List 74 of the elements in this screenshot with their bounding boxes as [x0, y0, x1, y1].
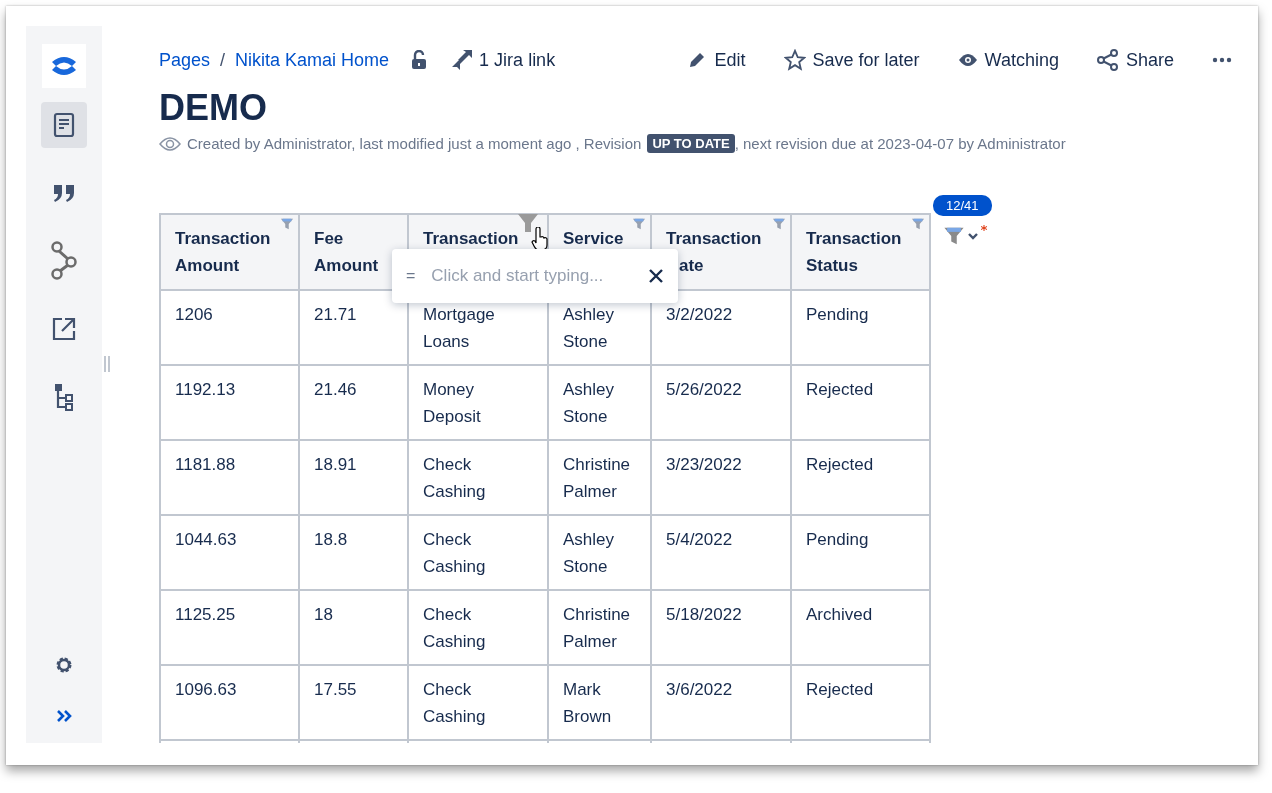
table-cell: 1125.25 [160, 590, 299, 665]
table-cell: 3/6/2022 [651, 665, 791, 740]
column-header[interactable]: Transaction Amount [160, 214, 299, 290]
table-cell: 1044.63 [160, 515, 299, 590]
double-chevron-icon[interactable] [56, 709, 72, 723]
sidebar-button[interactable] [41, 102, 87, 148]
table-cell: 1181.88 [160, 440, 299, 515]
table-cell: Pending [791, 515, 930, 590]
breadcrumb-link[interactable]: Pages [159, 49, 211, 71]
table-cell: Rejected [791, 365, 930, 440]
table-cell: Ashley Stone [548, 515, 651, 590]
resize-handle-icon[interactable] [104, 356, 110, 372]
app-logo[interactable] [42, 44, 86, 88]
filter-count-badge: 12/41 [933, 195, 992, 216]
table-cell: Rejected [791, 440, 930, 515]
eye-icon [957, 53, 978, 67]
filter-menu-button[interactable] [943, 225, 987, 247]
table-cell: Archived [791, 590, 930, 665]
table-cell: Check Cashing [408, 590, 548, 665]
table-cell: Check Cashing [408, 515, 548, 590]
table-cell: Pending [791, 290, 930, 365]
table-cell: Mark Brown [548, 665, 651, 740]
eye-icon [159, 136, 181, 151]
action-button[interactable]: Share [1096, 49, 1174, 71]
action-button[interactable]: Save for later [783, 49, 920, 71]
table-cell: 5/18/2022 [651, 590, 791, 665]
table-cell: Check Cashing [408, 665, 548, 740]
table-cell: Rejected [791, 665, 930, 740]
breadcrumb-separator: / [220, 49, 226, 71]
status-lozenge: UP TO DATE [647, 134, 735, 153]
logo-icon [51, 54, 77, 78]
page-title: DEMO [159, 86, 268, 130]
column-header[interactable]: Transaction Status [791, 214, 930, 290]
close-icon[interactable] [648, 268, 664, 284]
table-cell: Check Cashing [408, 440, 548, 515]
filter-popup[interactable]: = Click and start typing... [392, 249, 678, 303]
unlocked-padlock-icon[interactable] [411, 50, 428, 70]
table-cell: 21.46 [299, 365, 408, 440]
nodes-icon [50, 241, 78, 281]
action-button[interactable]: Edit [687, 49, 746, 71]
filter-icon[interactable] [517, 212, 539, 234]
table-cell: Christine Palmer [548, 590, 651, 665]
filter-icon[interactable] [943, 225, 965, 247]
action-button[interactable]: Watching [957, 49, 1059, 71]
table-cell: 1192.13 [160, 365, 299, 440]
star-icon [783, 49, 806, 71]
chevron-down-icon [967, 232, 979, 240]
table-cell: Money Deposit [408, 365, 548, 440]
settings-icon[interactable] [54, 655, 74, 675]
asterisk-icon [981, 225, 987, 231]
more-button[interactable] [1212, 57, 1232, 63]
more-icon [1212, 57, 1232, 63]
operator-label: = [406, 267, 416, 285]
table-cell: 1206 [160, 290, 299, 365]
table-cell: 18.8 [299, 515, 408, 590]
table-cell: 5/26/2022 [651, 365, 791, 440]
table-cell: 1096.63 [160, 665, 299, 740]
breadcrumb-link[interactable]: Nikita Kamai Home [235, 49, 390, 71]
page-metadata: Created by Administrator, last modified just a moment ago , Revision [187, 135, 642, 152]
quote-icon [52, 183, 76, 203]
external-link-icon [51, 316, 77, 342]
table-cell: 18.91 [299, 440, 408, 515]
table-cell: 18 [299, 590, 408, 665]
share-icon [1096, 49, 1119, 71]
table-cell: Christine Palmer [548, 440, 651, 515]
table-cell: Ashley Stone [548, 365, 651, 440]
column-header[interactable]: Fee Amount [299, 214, 408, 290]
table-cell: 3/23/2022 [651, 440, 791, 515]
page-icon [52, 112, 76, 138]
jira-link[interactable]: 1 Jira link [479, 49, 556, 71]
tree-icon [53, 383, 75, 411]
table-cell: 5/4/2022 [651, 515, 791, 590]
table-cell: 17.55 [299, 665, 408, 740]
page-metadata: , next revision due at 2023-04-07 by Administrator [734, 135, 1066, 152]
